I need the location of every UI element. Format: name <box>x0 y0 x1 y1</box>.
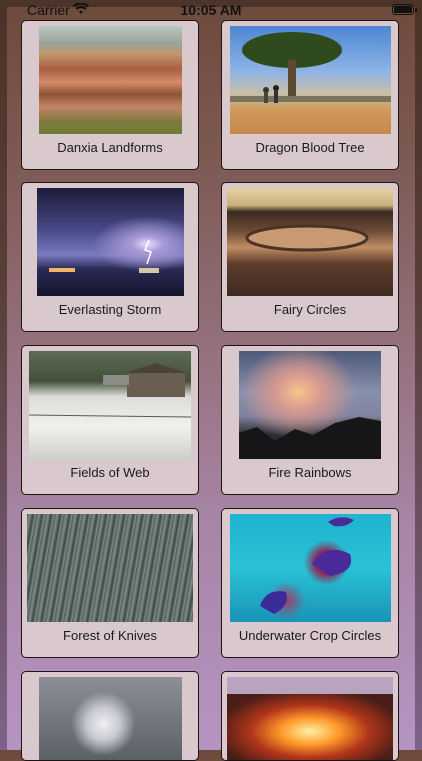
card-ice-bubbles[interactable] <box>21 671 199 761</box>
dragon-blood-tree-photo <box>230 26 391 134</box>
wonders-grid: Danxia Landforms Dragon Blood Tree Everl… <box>0 0 422 761</box>
card-fields-of-web[interactable]: Fields of Web <box>21 345 199 495</box>
card-danxia-landforms[interactable]: Danxia Landforms <box>21 20 199 170</box>
danxia-landforms-photo <box>39 26 182 134</box>
card-gas-crater[interactable] <box>221 671 399 761</box>
card-forest-of-knives[interactable]: Forest of Knives <box>21 508 199 658</box>
card-fire-rainbows[interactable]: Fire Rainbows <box>221 345 399 495</box>
card-title: Forest of Knives <box>63 628 157 643</box>
card-title: Underwater Crop Circles <box>238 628 382 643</box>
fire-rainbows-photo <box>239 351 381 459</box>
card-title: Fairy Circles <box>273 302 347 317</box>
status-time: 10:05 AM <box>180 2 242 18</box>
gas-crater-photo <box>227 694 393 760</box>
card-title: Everlasting Storm <box>58 302 162 317</box>
card-everlasting-storm[interactable]: Everlasting Storm <box>21 182 199 332</box>
fairy-circles-photo <box>227 188 393 296</box>
underwater-crop-circles-photo <box>230 514 391 622</box>
battery-icon <box>392 4 417 15</box>
card-fairy-circles[interactable]: Fairy Circles <box>221 182 399 332</box>
card-title: Fire Rainbows <box>268 465 352 480</box>
card-underwater-crop-circles[interactable]: Underwater Crop Circles <box>221 508 399 658</box>
card-title: Dragon Blood Tree <box>255 140 365 155</box>
gas-crater-sky <box>227 677 393 694</box>
card-title: Fields of Web <box>70 465 150 480</box>
fields-of-web-photo <box>29 351 191 459</box>
card-title: Danxia Landforms <box>57 140 163 155</box>
status-bar: Carrier 10:05 AM <box>0 0 422 20</box>
card-dragon-blood-tree[interactable]: Dragon Blood Tree <box>221 20 399 170</box>
everlasting-storm-photo <box>37 188 184 296</box>
forest-of-knives-photo <box>27 514 193 622</box>
ice-bubbles-photo <box>39 677 182 760</box>
